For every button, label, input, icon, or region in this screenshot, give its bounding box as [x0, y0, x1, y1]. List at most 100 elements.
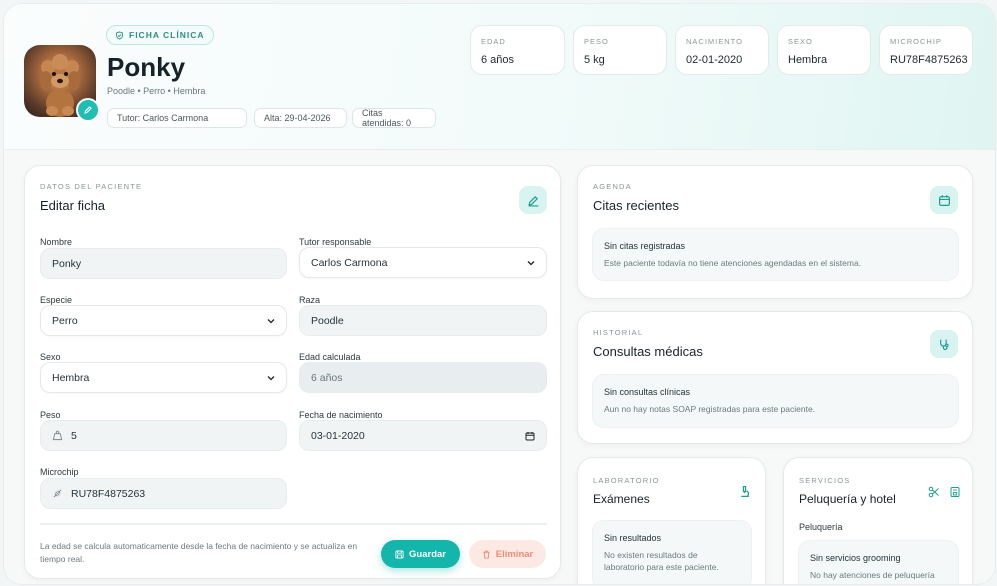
stat-label: NACIMIENTO — [686, 37, 743, 46]
servicios-empty-state: Sin servicios grooming No hay atenciones… — [798, 540, 959, 584]
shield-check-icon — [115, 30, 124, 40]
stethoscope-button[interactable] — [930, 330, 958, 358]
empty-description: Este paciente todavía no tiene atencione… — [604, 258, 862, 268]
laboratorio-card: LABORATORIO Exámenes Sin resultados No e… — [577, 457, 766, 584]
stat-label: SEXO — [788, 37, 813, 46]
edit-photo-button[interactable] — [76, 98, 100, 122]
empty-title: Sin resultados — [604, 533, 662, 543]
label-nombre: Nombre — [40, 237, 73, 247]
calendar-icon[interactable] — [525, 431, 535, 441]
laboratorio-empty-state: Sin resultados No existen resultados de … — [592, 520, 752, 584]
peluqueria-section-label: Peluquería — [799, 522, 843, 532]
stat-value: Hembra — [788, 54, 828, 66]
patient-header: FICHA CLÍNICA Ponky Poodle • Perro • Hem… — [4, 4, 995, 150]
stat-label: MICROCHIP — [890, 37, 942, 46]
label-tutor: Tutor responsable — [299, 237, 372, 247]
tutor-select[interactable]: Carlos Carmona — [299, 247, 547, 278]
edit-button[interactable] — [519, 186, 547, 214]
trash-icon — [483, 550, 490, 559]
servicios-eyebrow: SERVICIOS — [799, 476, 851, 485]
empty-title: Sin citas registradas — [604, 241, 686, 251]
label-raza: Raza — [299, 295, 321, 305]
label-nacimiento: Fecha de nacimiento — [299, 410, 383, 420]
empty-description: No hay atenciones de peluquería registra… — [810, 570, 935, 584]
edad-value: 6 años — [311, 371, 343, 384]
scissors-icon[interactable] — [928, 486, 940, 498]
agenda-title: Citas recientes — [593, 198, 679, 213]
save-label: Guardar — [409, 548, 446, 560]
pencil-icon — [84, 106, 92, 114]
empty-description: Aun no hay notas SOAP registradas para e… — [604, 404, 816, 414]
especie-value: Perro — [52, 314, 78, 327]
nacimiento-date-input[interactable]: 03-01-2020 — [299, 420, 547, 451]
servicios-title: Peluquería y hotel — [799, 492, 896, 506]
form-title: Editar ficha — [40, 198, 106, 213]
label-peso: Peso — [40, 410, 61, 420]
historial-card: HISTORIAL Consultas médicas Sin consulta… — [577, 311, 973, 444]
nombre-value: Ponky — [52, 257, 82, 270]
form-eyebrow: DATOS DEL PACIENTE — [40, 182, 143, 191]
stat-value: RU78F4875263 — [890, 54, 968, 66]
calendar-icon — [938, 194, 950, 206]
stat-value: 5 kg — [584, 54, 605, 66]
edit-form-card: DATOS DEL PACIENTE Editar ficha Nombre P… — [24, 165, 561, 579]
chevron-down-icon — [527, 261, 535, 266]
label-edad: Edad calculada — [299, 352, 361, 362]
nombre-input[interactable]: Ponky — [40, 248, 287, 279]
peso-value: 5 — [71, 429, 77, 442]
stat-microchip: MICROCHIP RU78F4875263 — [879, 25, 973, 75]
stat-peso: PESO 5 kg — [573, 25, 667, 75]
label-microchip: Microchip — [40, 467, 79, 477]
raza-input[interactable]: Poodle — [299, 305, 547, 336]
especie-select[interactable]: Perro — [40, 305, 287, 336]
sexo-select[interactable]: Hembra — [40, 362, 287, 393]
laboratorio-eyebrow: LABORATORIO — [593, 476, 660, 485]
agenda-eyebrow: AGENDA — [593, 182, 632, 191]
edad-readonly-field: 6 años — [299, 362, 547, 393]
chevron-down-icon — [267, 319, 275, 324]
badge-label: FICHA CLÍNICA — [129, 30, 205, 40]
microchip-input[interactable]: RU78F4875263 — [40, 478, 287, 509]
stethoscope-icon — [939, 339, 949, 350]
clinical-record-badge: FICHA CLÍNICA — [106, 25, 215, 45]
hotel-icon[interactable] — [949, 486, 961, 498]
save-button[interactable]: Guardar — [381, 540, 460, 568]
peso-input[interactable]: 5 — [40, 420, 287, 451]
stat-value: 6 años — [481, 54, 515, 66]
microscope-icon[interactable] — [738, 485, 751, 498]
age-note: La edad se calcula automaticamente desde… — [40, 541, 358, 564]
tutor-pill: Tutor: Carlos Carmona — [107, 108, 247, 128]
delete-label: Eliminar — [495, 548, 534, 560]
microchip-value: RU78F4875263 — [71, 487, 146, 500]
alta-pill: Alta: 29-04-2026 — [254, 108, 347, 128]
label-sexo: Sexo — [40, 352, 61, 362]
patient-record-page: FICHA CLÍNICA Ponky Poodle • Perro • Hem… — [4, 4, 995, 584]
save-icon — [395, 549, 404, 559]
laboratorio-title: Exámenes — [593, 492, 650, 506]
pet-subtitle: Poodle • Perro • Hembra — [107, 86, 206, 96]
sexo-value: Hembra — [52, 371, 90, 384]
stat-edad: EDAD 6 años — [470, 25, 565, 75]
stat-label: PESO — [584, 37, 609, 46]
servicios-card: SERVICIOS Peluquería y hotel Peluquería … — [783, 457, 973, 584]
chevron-down-icon — [267, 376, 275, 381]
stat-value: 02-01-2020 — [686, 54, 743, 66]
pencil-icon — [527, 195, 538, 207]
empty-title: Sin servicios grooming — [810, 553, 901, 563]
empty-description: No existen resultados de laboratorio par… — [604, 550, 719, 572]
tutor-value: Carlos Carmona — [311, 256, 388, 269]
form-divider — [40, 523, 547, 525]
stat-nacimiento: NACIMIENTO 02-01-2020 — [675, 25, 769, 75]
historial-empty-state: Sin consultas clínicas Aun no hay notas … — [592, 374, 959, 428]
raza-value: Poodle — [311, 314, 344, 327]
pet-name: Ponky — [107, 52, 186, 82]
citas-pill: Citas atendidas: 0 — [352, 108, 436, 128]
agenda-empty-state: Sin citas registradas Este paciente toda… — [592, 228, 959, 281]
calendar-button[interactable] — [930, 186, 958, 214]
stat-sexo: SEXO Hembra — [777, 25, 871, 75]
delete-button[interactable]: Eliminar — [469, 540, 546, 568]
chip-icon — [52, 488, 63, 499]
agenda-card: AGENDA Citas recientes Sin citas registr… — [577, 165, 973, 299]
historial-eyebrow: HISTORIAL — [593, 328, 644, 337]
weight-icon — [52, 430, 63, 441]
